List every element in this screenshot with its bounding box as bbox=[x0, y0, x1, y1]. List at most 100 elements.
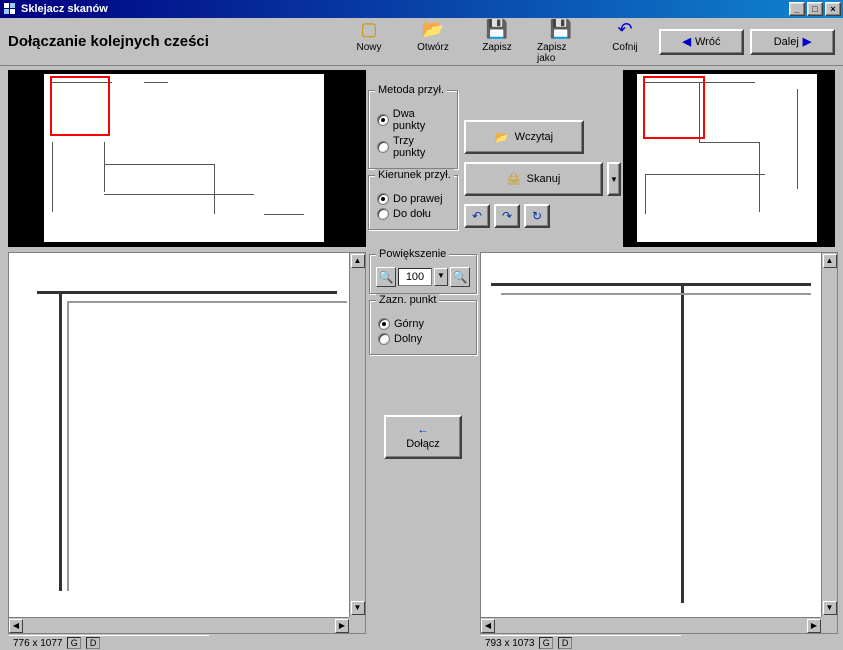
right-view-panel[interactable]: ▲ ▼ ◀ ▶ 793 x 1073 G D bbox=[480, 252, 838, 634]
zoom-in-button[interactable]: 🔍 bbox=[376, 267, 396, 287]
scroll-right-icon[interactable]: ▶ bbox=[335, 619, 349, 633]
left-dimensions: 776 x 1077 bbox=[13, 638, 63, 649]
status-chip-g[interactable]: G bbox=[67, 637, 81, 649]
zoom-in-icon: 🔍 bbox=[379, 270, 394, 284]
status-chip-g[interactable]: G bbox=[539, 637, 553, 649]
radio-trzy-label: Trzy punkty bbox=[393, 135, 449, 159]
radio-do-dolu[interactable]: Do dołu bbox=[377, 208, 449, 220]
zazn-title: Zazn. punkt bbox=[376, 294, 439, 306]
radio-icon bbox=[377, 208, 389, 220]
dolacz-button[interactable]: ← Dołącz bbox=[384, 415, 462, 459]
new-label: Nowy bbox=[356, 42, 381, 53]
open-label: Otwórz bbox=[417, 42, 449, 53]
new-icon: ▢ bbox=[359, 20, 379, 40]
tool-buttons: ▢ Nowy 📂 Otwórz 💾 Zapisz 💾 Zapisz jako ↶… bbox=[345, 20, 649, 64]
left-selection-rect[interactable] bbox=[50, 76, 110, 136]
maximize-button[interactable]: □ bbox=[807, 2, 823, 16]
wczytaj-button[interactable]: 📂 Wczytaj bbox=[464, 120, 584, 154]
right-preview-panel[interactable] bbox=[623, 70, 835, 247]
right-dimensions: 793 x 1073 bbox=[485, 638, 535, 649]
wczytaj-label: Wczytaj bbox=[515, 131, 554, 143]
dolacz-label: Dołącz bbox=[406, 438, 440, 450]
left-preview-panel[interactable] bbox=[8, 70, 366, 247]
radio-trzy-punkty[interactable]: Trzy punkty bbox=[377, 135, 449, 159]
left-preview-paper bbox=[44, 74, 324, 242]
undo-icon: ↶ bbox=[615, 20, 635, 40]
open-button[interactable]: 📂 Otwórz bbox=[409, 20, 457, 53]
open-icon: 📂 bbox=[423, 20, 443, 40]
saveas-icon: 💾 bbox=[551, 20, 571, 40]
nav-buttons: ◀ Wróć Dalej ▶ bbox=[659, 29, 835, 55]
skanuj-dropdown[interactable]: ▼ bbox=[607, 162, 621, 196]
status-chip-d[interactable]: D bbox=[558, 637, 572, 649]
folder-icon: 📂 bbox=[495, 131, 509, 144]
lower-center-panel: Powiększenie 🔍 100 ▼ 🔍 Zazn. punkt Górny… bbox=[366, 250, 480, 636]
saveas-button[interactable]: 💾 Zapisz jako bbox=[537, 20, 585, 64]
new-button[interactable]: ▢ Nowy bbox=[345, 20, 393, 53]
radio-dolny[interactable]: Dolny bbox=[378, 333, 468, 345]
arrow-left-icon: ◀ bbox=[683, 35, 691, 48]
kierunek-groupbox: Kierunek przył. Do prawej Do dołu bbox=[368, 175, 458, 230]
radio-dolu-label: Do dołu bbox=[393, 208, 431, 220]
upper-area: Metoda przył. Dwa punkty Trzy punkty Kie… bbox=[0, 66, 843, 251]
radio-dwa-label: Dwa punkty bbox=[393, 108, 449, 132]
saveas-label: Zapisz jako bbox=[537, 42, 585, 64]
radio-dolny-label: Dolny bbox=[394, 333, 422, 345]
save-button[interactable]: 💾 Zapisz bbox=[473, 20, 521, 53]
lower-area: ▲ ▼ ◀ ▶ 776 x 1077 G D Powiększenie 🔍 10… bbox=[0, 250, 843, 636]
metoda-groupbox: Metoda przył. Dwa punkty Trzy punkty bbox=[368, 90, 458, 169]
right-selection-rect[interactable] bbox=[643, 76, 705, 139]
arrow-left-icon: ← bbox=[418, 424, 429, 436]
zoom-out-button[interactable]: 🔍 bbox=[450, 267, 470, 287]
minimize-button[interactable]: _ bbox=[789, 2, 805, 16]
scroll-left-icon[interactable]: ◀ bbox=[9, 619, 23, 633]
zoom-groupbox: Powiększenie 🔍 100 ▼ 🔍 bbox=[369, 254, 477, 294]
skanuj-button[interactable]: 🖨 Skanuj bbox=[464, 162, 603, 196]
window-title: Sklejacz skanów bbox=[21, 3, 108, 15]
radio-icon bbox=[378, 318, 390, 330]
radio-dwa-punkty[interactable]: Dwa punkty bbox=[377, 108, 449, 132]
scroll-up-icon[interactable]: ▲ bbox=[351, 254, 365, 268]
scroll-up-icon[interactable]: ▲ bbox=[823, 254, 837, 268]
rotate-180-button[interactable]: ↻ bbox=[524, 204, 550, 228]
radio-prawej-label: Do prawej bbox=[393, 193, 443, 205]
arrow-right-icon: ▶ bbox=[803, 35, 811, 48]
kierunek-title: Kierunek przył. bbox=[375, 169, 454, 181]
page-title: Dołączanie kolejnych cześci bbox=[8, 33, 209, 50]
zoom-value-input[interactable]: 100 bbox=[398, 268, 432, 286]
save-icon: 💾 bbox=[487, 20, 507, 40]
scroll-down-icon[interactable]: ▼ bbox=[823, 601, 837, 615]
back-button[interactable]: ◀ Wróć bbox=[659, 29, 744, 55]
scroll-left-icon[interactable]: ◀ bbox=[481, 619, 495, 633]
titlebar: Sklejacz skanów _ □ × bbox=[0, 0, 843, 18]
rotate-right-90-button[interactable]: ↷ bbox=[494, 204, 520, 228]
right-vertical-scrollbar[interactable]: ▲ ▼ bbox=[821, 253, 837, 617]
undo-button[interactable]: ↶ Cofnij bbox=[601, 20, 649, 53]
radio-gorny[interactable]: Górny bbox=[378, 318, 468, 330]
app-icon bbox=[2, 1, 18, 17]
left-view-panel[interactable]: ▲ ▼ ◀ ▶ 776 x 1077 G D bbox=[8, 252, 366, 634]
status-chip-d[interactable]: D bbox=[86, 637, 100, 649]
close-button[interactable]: × bbox=[825, 2, 841, 16]
zazn-groupbox: Zazn. punkt Górny Dolny bbox=[369, 300, 477, 355]
left-horizontal-scrollbar[interactable]: ◀ ▶ bbox=[9, 617, 349, 633]
rotate-right-icon: ↷ bbox=[502, 209, 512, 223]
chevron-down-icon: ▼ bbox=[610, 175, 618, 184]
left-vertical-scrollbar[interactable]: ▲ ▼ bbox=[349, 253, 365, 617]
upper-center-panel: Metoda przył. Dwa punkty Trzy punkty Kie… bbox=[366, 66, 623, 251]
right-preview-paper bbox=[637, 74, 817, 242]
zoom-dropdown[interactable]: ▼ bbox=[434, 268, 448, 286]
scroll-corner bbox=[821, 617, 837, 633]
scroll-right-icon[interactable]: ▶ bbox=[807, 619, 821, 633]
radio-do-prawej[interactable]: Do prawej bbox=[377, 193, 449, 205]
back-label: Wróć bbox=[695, 36, 720, 48]
zoom-out-icon: 🔍 bbox=[453, 270, 468, 284]
rotate-left-90-button[interactable]: ↶ bbox=[464, 204, 490, 228]
rotate-left-icon: ↶ bbox=[472, 209, 482, 223]
scroll-down-icon[interactable]: ▼ bbox=[351, 601, 365, 615]
radio-icon bbox=[377, 193, 389, 205]
right-status-strip: 793 x 1073 G D bbox=[481, 635, 681, 650]
rotate-180-icon: ↻ bbox=[532, 209, 542, 223]
right-horizontal-scrollbar[interactable]: ◀ ▶ bbox=[481, 617, 821, 633]
next-button[interactable]: Dalej ▶ bbox=[750, 29, 835, 55]
